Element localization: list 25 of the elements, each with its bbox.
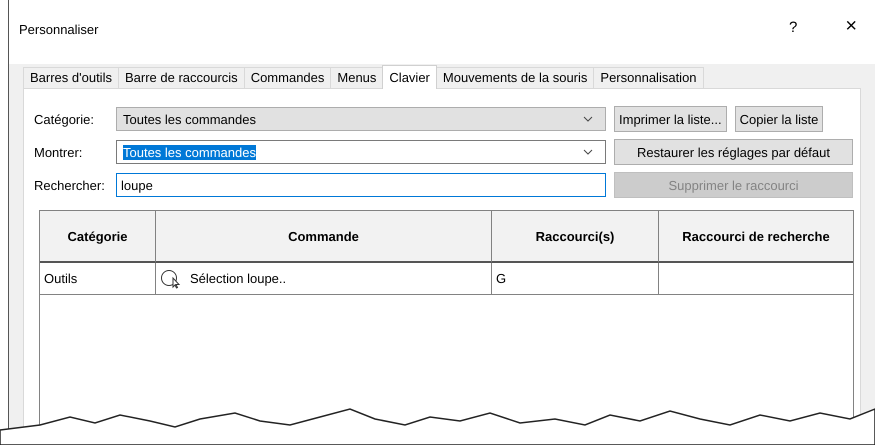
close-button[interactable]: × bbox=[845, 17, 857, 35]
table-cell: Outils bbox=[40, 263, 156, 295]
magnifier-cursor-icon bbox=[160, 268, 182, 288]
chevron-down-icon bbox=[583, 116, 593, 122]
help-button[interactable]: ? bbox=[788, 19, 798, 37]
field-label: Catégorie: bbox=[34, 112, 95, 126]
table-cell: Sélection loupe.. bbox=[190, 271, 286, 286]
search-field[interactable]: loupe bbox=[116, 173, 606, 197]
column-header[interactable]: Catégorie bbox=[40, 211, 156, 263]
copy-list-button[interactable]: Copier la liste bbox=[734, 106, 824, 132]
column-header[interactable]: Raccourci(s) bbox=[492, 211, 659, 263]
chevron-down-icon bbox=[583, 149, 593, 155]
print-list-button[interactable]: Imprimer la liste... bbox=[614, 106, 727, 132]
restore-defaults-button[interactable]: Restaurer les réglages par défaut bbox=[614, 139, 853, 165]
tab[interactable]: Clavier bbox=[382, 65, 437, 89]
column-header[interactable]: Raccourci de recherche bbox=[659, 211, 853, 263]
window-title: Personnaliser bbox=[19, 22, 100, 37]
table-cell: G bbox=[492, 263, 659, 295]
column-header[interactable]: Commande bbox=[156, 211, 492, 263]
show-dropdown[interactable]: Toutes les commandes bbox=[116, 140, 606, 164]
category-dropdown[interactable]: Toutes les commandes bbox=[116, 107, 606, 131]
field-label: Montrer: bbox=[34, 144, 84, 160]
tab[interactable]: Personnalisation bbox=[593, 67, 704, 88]
field-label: Rechercher: bbox=[34, 178, 106, 192]
tab[interactable]: Barres d'outils bbox=[23, 67, 119, 88]
